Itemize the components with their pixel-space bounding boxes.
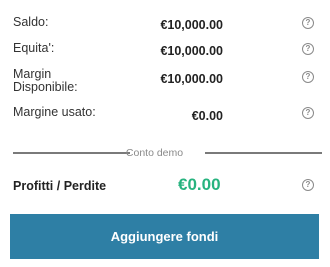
available-margin-label: Margin Disponibile: <box>13 67 78 94</box>
equity-value: €10,000.00 <box>160 44 223 58</box>
question-circle-icon[interactable]: ? <box>302 71 314 83</box>
account-summary-panel: Saldo: €10,000.00 ? Equita': €10,000.00 … <box>0 0 330 267</box>
used-margin-row: Margine usato: €0.00 ? <box>13 105 318 125</box>
equity-row: Equita': €10,000.00 ? <box>13 41 318 61</box>
used-margin-value: €0.00 <box>191 109 223 123</box>
profit-loss-value: €0.00 <box>178 175 221 194</box>
used-margin-label: Margine usato: <box>13 105 96 119</box>
question-circle-icon[interactable]: ? <box>302 43 314 55</box>
available-margin-row: Margin Disponibile: €10,000.00 ? <box>13 68 318 98</box>
divider-line-right <box>205 152 322 154</box>
divider-line-left <box>13 152 130 154</box>
question-circle-icon[interactable]: ? <box>302 107 314 119</box>
question-circle-icon[interactable]: ? <box>302 17 314 29</box>
profit-loss-label: Profitti / Perdite <box>13 179 107 193</box>
question-circle-icon[interactable]: ? <box>302 179 314 191</box>
add-funds-button[interactable]: Aggiungere fondi <box>10 214 319 259</box>
balance-label: Saldo: <box>13 15 49 29</box>
available-margin-value: €10,000.00 <box>160 72 223 86</box>
equity-label: Equita': <box>13 41 55 55</box>
balance-value: €10,000.00 <box>160 18 223 32</box>
demo-account-label: Conto demo <box>125 147 184 159</box>
balance-row: Saldo: €10,000.00 ? <box>13 15 318 35</box>
